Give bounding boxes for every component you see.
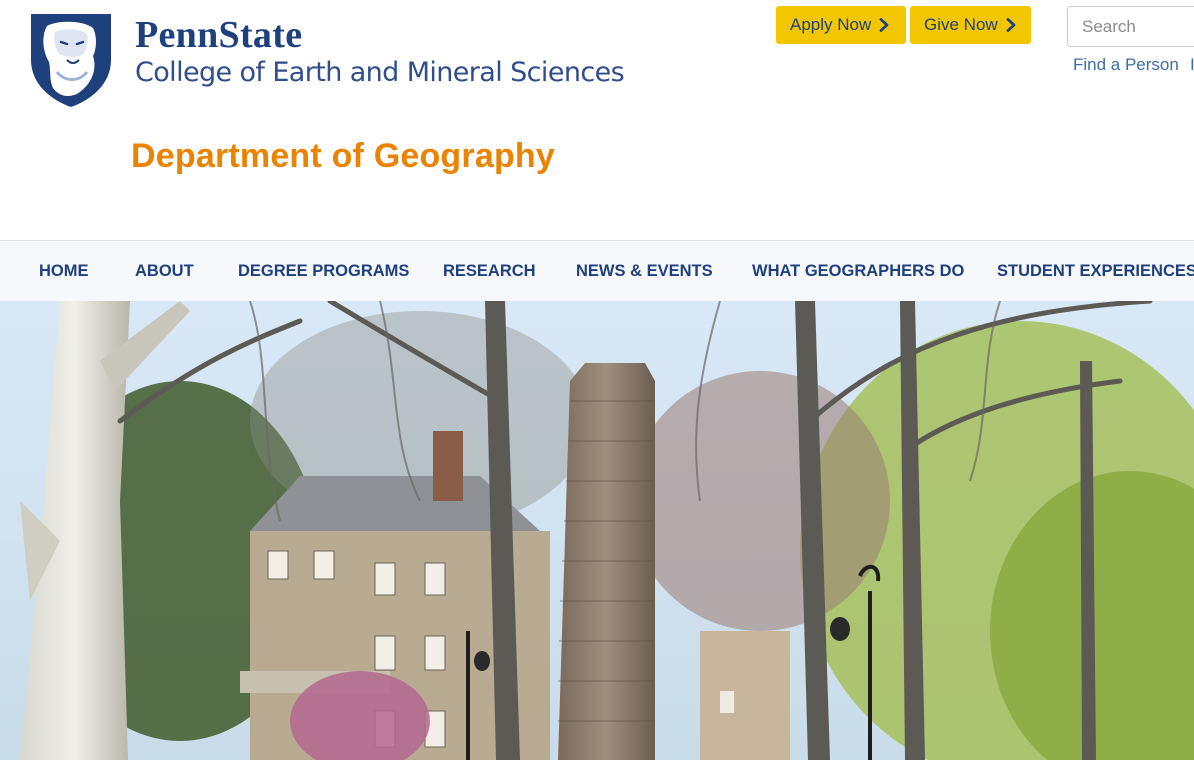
nav-item-what-geographers-do[interactable]: WHAT GEOGRAPHERS DO — [752, 241, 964, 302]
give-now-button[interactable]: Give Now — [910, 6, 1031, 44]
chevron-right-icon — [1006, 18, 1016, 32]
brand-text: PennState College of Earth and Mineral S… — [135, 14, 625, 90]
nav-item-degree-programs[interactable]: DEGREE PROGRAMS — [238, 241, 409, 302]
site-header: PennState College of Earth and Mineral S… — [0, 0, 1194, 240]
apply-now-button[interactable]: Apply Now — [776, 6, 906, 44]
page: PennState College of Earth and Mineral S… — [0, 0, 1194, 760]
nav-item-research[interactable]: RESEARCH — [443, 241, 536, 302]
brand-name: PennState — [135, 14, 303, 56]
utility-link-truncated[interactable]: I — [1190, 55, 1194, 75]
campus-scene-illustration — [0, 301, 1194, 760]
nav-item-home[interactable]: HOME — [39, 241, 89, 302]
brand-college: College of Earth and Mineral Sciences — [135, 57, 625, 88]
main-nav: HOME ABOUT DEGREE PROGRAMS RESEARCH NEWS… — [0, 240, 1194, 301]
nittany-lion-shield-icon — [31, 14, 111, 107]
nav-item-news-events[interactable]: NEWS & EVENTS — [576, 241, 713, 302]
nav-item-about[interactable]: ABOUT — [135, 241, 194, 302]
find-a-person-link[interactable]: Find a Person — [1073, 55, 1179, 75]
search-input[interactable] — [1067, 6, 1194, 47]
hero-image — [0, 301, 1194, 760]
nav-item-student-experiences[interactable]: STUDENT EXPERIENCES — [997, 241, 1194, 302]
department-title[interactable]: Department of Geography — [131, 137, 555, 176]
chevron-right-icon — [879, 18, 889, 32]
college-brand[interactable]: PennState College of Earth and Mineral S… — [27, 12, 625, 108]
apply-now-label: Apply Now — [790, 15, 872, 34]
give-now-label: Give Now — [924, 15, 998, 34]
